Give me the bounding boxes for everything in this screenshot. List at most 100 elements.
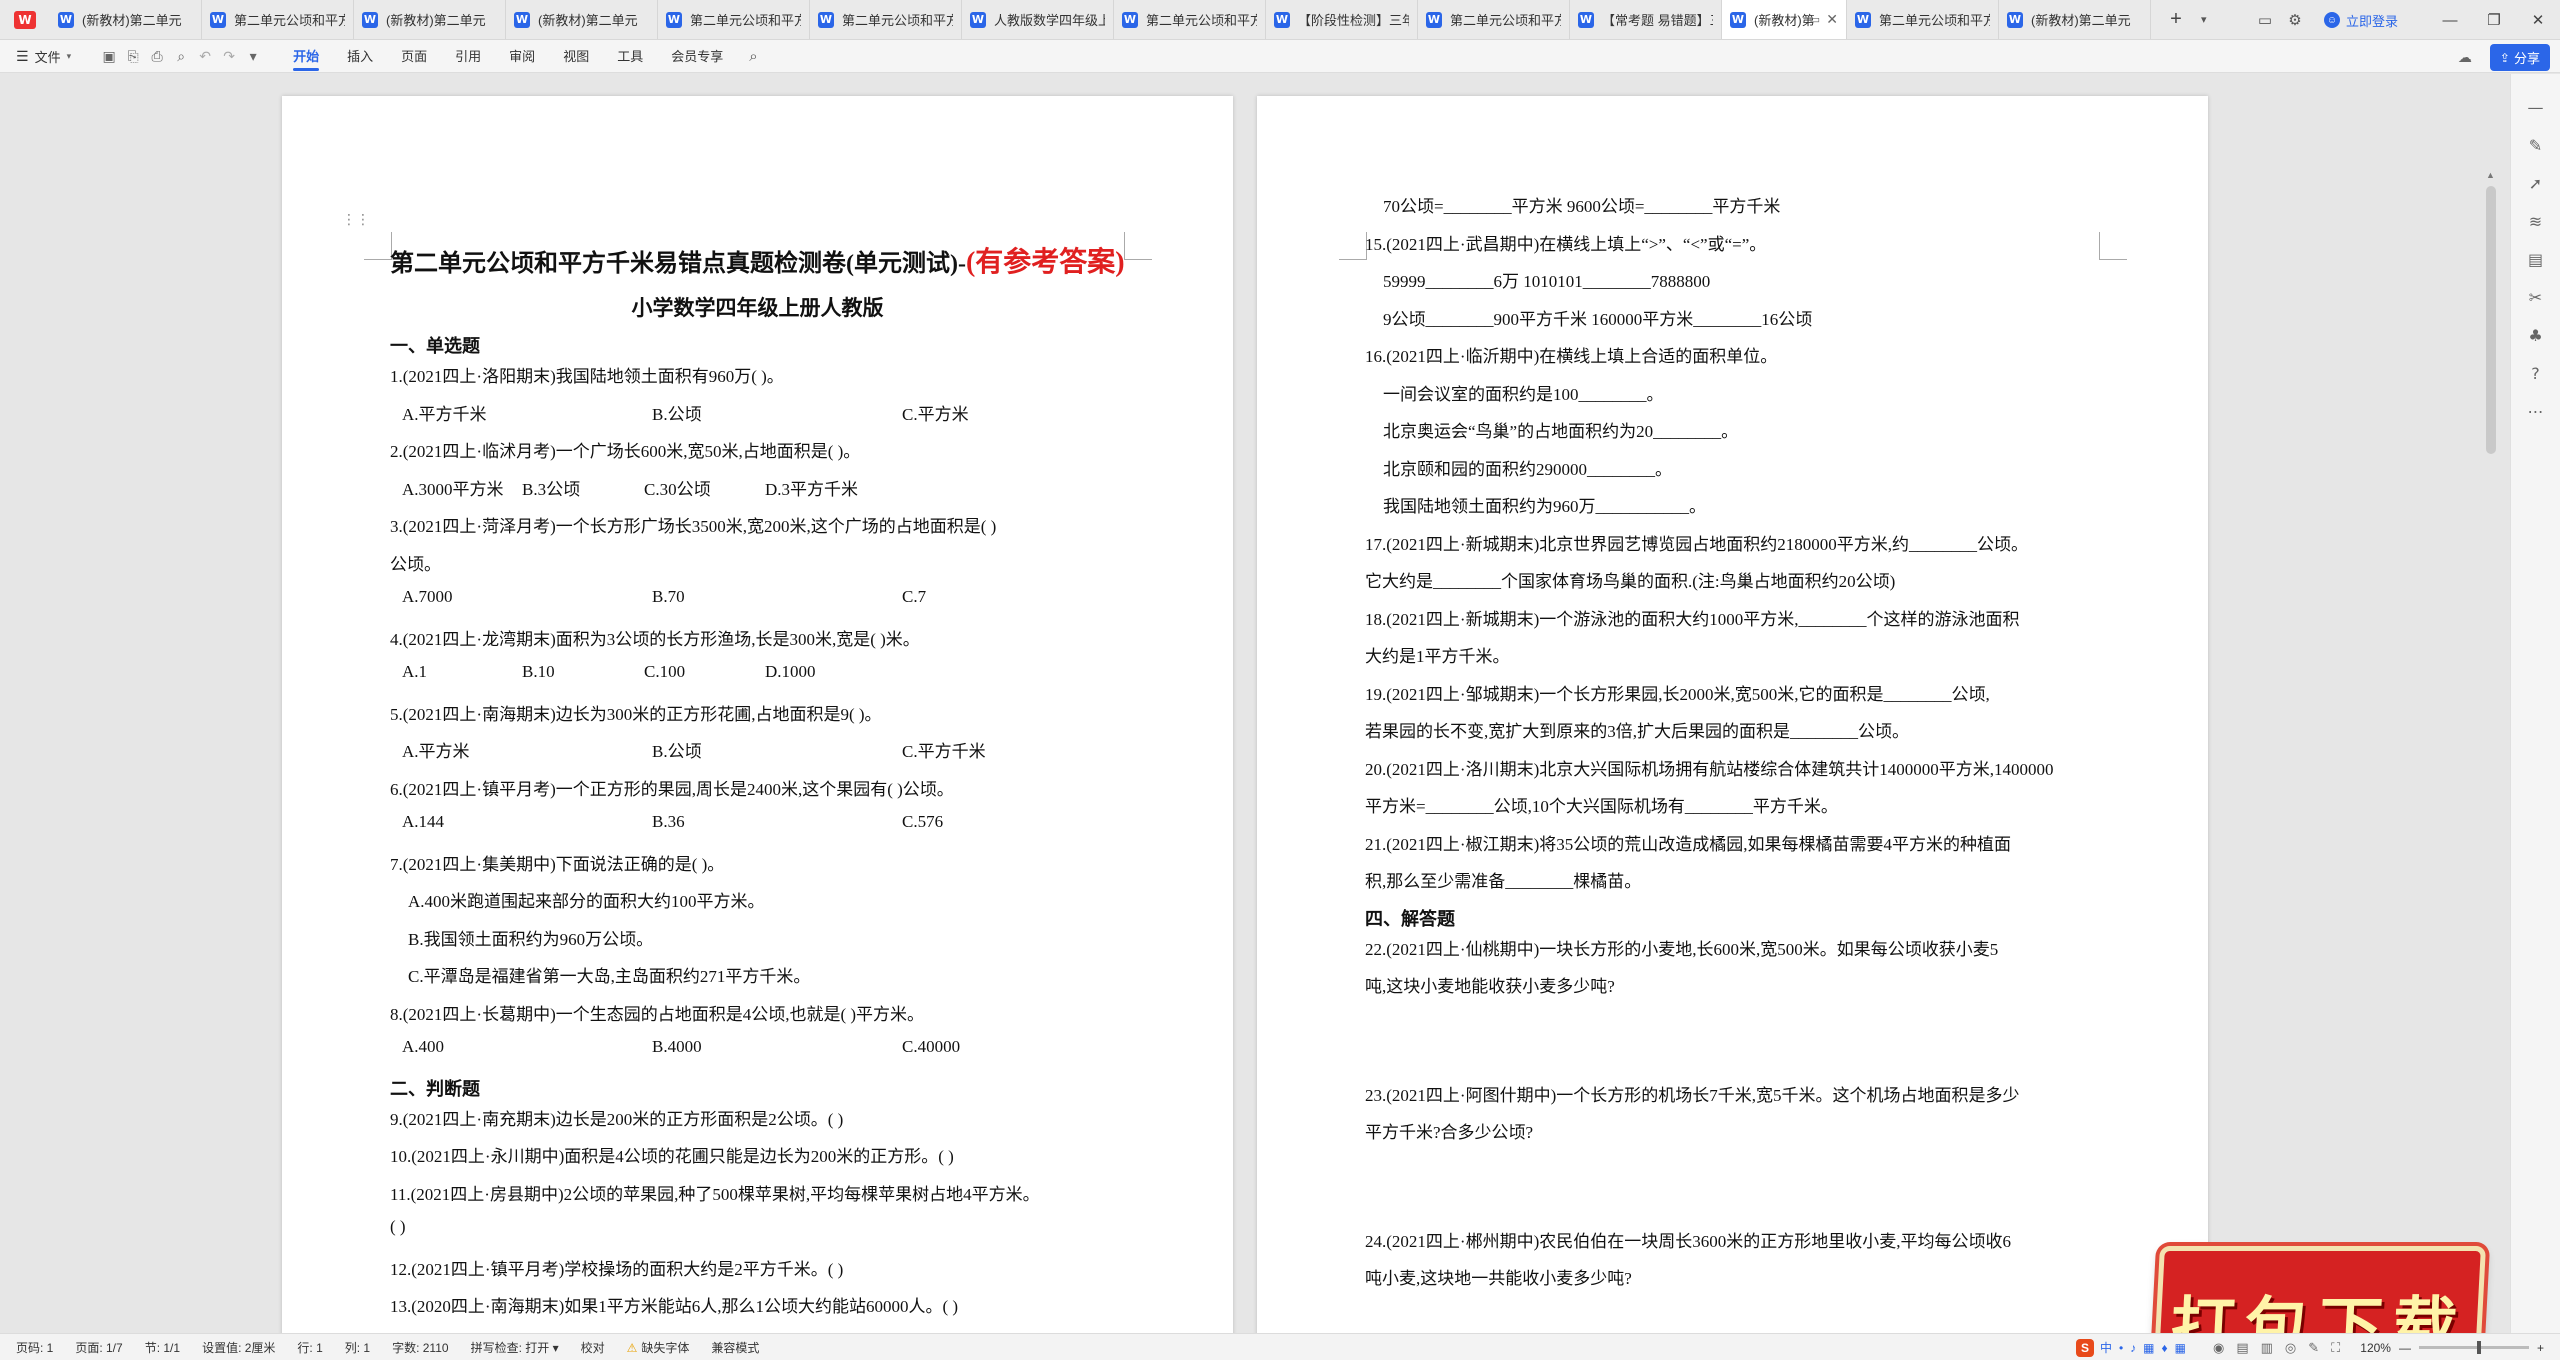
- word-doc-icon: W: [1578, 11, 1594, 28]
- zoom-in-icon[interactable]: +: [2537, 1341, 2544, 1355]
- export-pdf-icon[interactable]: ⎘: [121, 48, 145, 65]
- ribbon-tab-3[interactable]: 引用: [441, 40, 495, 73]
- answer-option: C.100: [644, 662, 686, 681]
- close-tab-icon[interactable]: ✕: [1826, 11, 1838, 28]
- word-doc-icon: W: [2007, 11, 2023, 28]
- zoom-level[interactable]: 120%: [2360, 1341, 2391, 1355]
- status-section[interactable]: 节: 1/1: [145, 1339, 180, 1356]
- tab-document[interactable]: W 【常考题 易错题】三: [1570, 0, 1722, 39]
- document-canvas[interactable]: ⋮⋮ 第二单元公顷和平方千米易错点真题检测卷(单元测试)-(有参考答案) 小学数…: [0, 74, 2560, 1333]
- question-line: 平方千米?合多少公顷?: [1365, 1123, 1534, 1142]
- more-icon[interactable]: ⋯: [2521, 392, 2551, 430]
- read-view-icon[interactable]: ▥: [2261, 1340, 2273, 1356]
- status-row: 行: 1: [297, 1340, 323, 1355]
- tab-document[interactable]: W 第二单元公顷和平方: [1418, 0, 1570, 39]
- web-view-icon[interactable]: ◎: [2285, 1340, 2296, 1356]
- search-icon[interactable]: ⌕: [749, 48, 757, 65]
- document-page-1[interactable]: ⋮⋮ 第二单元公顷和平方千米易错点真题检测卷(单元测试)-(有参考答案) 小学数…: [282, 96, 1233, 1333]
- scroll-up-icon[interactable]: ▲: [2486, 170, 2495, 180]
- tab-list-chevron-down-icon[interactable]: ▾: [2201, 0, 2221, 39]
- print-preview-icon[interactable]: ⌕: [169, 48, 193, 65]
- download-banner[interactable]: 打包下载: [2152, 1246, 2486, 1333]
- tab-document[interactable]: W 第二单元公顷和平方: [202, 0, 354, 39]
- cloud-sync-icon[interactable]: ☁: [2458, 49, 2472, 66]
- ribbon-tab-2[interactable]: 页面: [387, 40, 441, 73]
- question-line: 积,那么至少需准备________棵橘苗。: [1365, 872, 1642, 891]
- ribbon-tab-4[interactable]: 审阅: [495, 40, 549, 73]
- file-menu-button[interactable]: ☰ 文件 ▾: [16, 47, 71, 66]
- status-proofread[interactable]: 校对: [581, 1339, 605, 1356]
- section-heading: 四、解答题: [1365, 908, 1455, 929]
- ribbon-tab-6[interactable]: 工具: [603, 40, 657, 73]
- pen-mode-icon[interactable]: ✎: [2308, 1340, 2319, 1356]
- adjust-icon[interactable]: ≋: [2521, 202, 2551, 240]
- review-icon[interactable]: ▤: [2521, 240, 2551, 278]
- status-compat-mode: 兼容模式: [711, 1340, 760, 1355]
- zoom-slider[interactable]: [2418, 1341, 2529, 1354]
- ribbon-tab-0[interactable]: 开始: [279, 40, 333, 73]
- status-spell-check[interactable]: 拼写检查: 打开 ▾: [471, 1339, 559, 1356]
- document-page-2[interactable]: 70公顷=________平方米 9600公顷=________平方千米 15.(…: [1257, 96, 2208, 1333]
- tools-icon[interactable]: ✂: [2521, 278, 2551, 316]
- ribbon-tab-7[interactable]: 会员专享: [657, 40, 737, 73]
- tab-document[interactable]: W 第二单元公顷和平方: [1114, 0, 1266, 39]
- ribbon-tab-1[interactable]: 插入: [333, 40, 387, 73]
- tab-document[interactable]: W 【阶段性检测】三年: [1266, 0, 1418, 39]
- doc-title-highlight: (有参考答案): [965, 247, 1125, 278]
- status-setting[interactable]: 设置值: 2厘米: [202, 1339, 275, 1356]
- fit-page-icon[interactable]: ⛶: [2331, 1340, 2340, 1356]
- skin-icon[interactable]: ⚙: [2280, 11, 2310, 29]
- tab-document[interactable]: W 第二单元公顷和平方: [1847, 0, 1999, 39]
- zoom-slider-knob[interactable]: [2476, 1341, 2481, 1354]
- tab-document[interactable]: W (新教材)第二单元: [506, 0, 658, 39]
- zoom-out-icon[interactable]: —: [2399, 1341, 2411, 1355]
- tab-document[interactable]: W 人教版数学四年级上: [962, 0, 1114, 39]
- margin-mark: [2099, 232, 2127, 260]
- undo-icon[interactable]: ↶: [193, 48, 217, 65]
- save-icon[interactable]: ▣: [97, 48, 121, 65]
- zoom-control[interactable]: 120% — +: [2352, 1341, 2544, 1355]
- menu-icon: ☰: [16, 47, 29, 64]
- collapse-icon[interactable]: —: [2521, 88, 2551, 126]
- tab-active-document[interactable]: W (新教材)第 ▭ ✕: [1722, 0, 1847, 39]
- answer-option: B.36: [652, 812, 685, 831]
- new-tab-button[interactable]: +: [2151, 0, 2201, 39]
- status-pages[interactable]: 页面: 1/7: [75, 1339, 122, 1356]
- status-page-no[interactable]: 页码: 1: [16, 1339, 53, 1356]
- question-line: 20.(2021四上·洛川期末)北京大兴国际机场拥有航站楼综合体建筑共计1400…: [1365, 759, 2054, 779]
- status-missing-font[interactable]: ⚠ 缺失字体: [627, 1339, 690, 1356]
- share-button[interactable]: ⇪ 分享: [2489, 44, 2550, 71]
- monitor-icon[interactable]: ▭: [1810, 13, 1820, 26]
- tab-document[interactable]: W (新教材)第二单元: [354, 0, 506, 39]
- wps-logo-icon[interactable]: W: [0, 0, 50, 39]
- redo-icon[interactable]: ↷: [217, 48, 241, 65]
- tab-document[interactable]: W (新教材)第二单元: [1999, 0, 2151, 39]
- login-label: 立即登录: [2345, 13, 2398, 29]
- status-word-count[interactable]: 字数: 2110: [392, 1339, 448, 1356]
- shirt-icon[interactable]: ♣: [2521, 316, 2551, 354]
- answer-option: A.3000平方米: [402, 479, 504, 499]
- layout-icon[interactable]: ▭: [2250, 11, 2280, 29]
- tab-document[interactable]: W (新教材)第二单元: [50, 0, 202, 39]
- answer-option: D.1000: [765, 662, 816, 681]
- print-icon[interactable]: ⎙: [145, 48, 169, 65]
- ime-toolbar[interactable]: S 中 • ♪ ▦ ♦ ▦: [2075, 1338, 2193, 1357]
- close-window-button[interactable]: ✕: [2516, 11, 2560, 29]
- help-icon[interactable]: ?: [2521, 354, 2551, 392]
- login-button[interactable]: ☺ 立即登录: [2323, 11, 2398, 30]
- minimize-button[interactable]: —: [2428, 12, 2472, 29]
- drag-handle-icon[interactable]: ⋮⋮: [342, 212, 370, 228]
- vertical-scrollbar[interactable]: [2486, 186, 2496, 454]
- answer-option: B.4000: [652, 1037, 702, 1056]
- answer-option: C.平方米: [902, 404, 969, 424]
- page-view-icon[interactable]: ▤: [2236, 1340, 2248, 1356]
- pen-icon[interactable]: ✎: [2521, 126, 2551, 164]
- tab-document[interactable]: W 第二单元公顷和平方: [658, 0, 810, 39]
- microphone-icon: ♪: [2130, 1340, 2137, 1355]
- restore-button[interactable]: ❐: [2472, 11, 2516, 29]
- customize-chevron-down-icon[interactable]: ▾: [241, 48, 265, 65]
- tab-document[interactable]: W 第二单元公顷和平方: [810, 0, 962, 39]
- eye-icon[interactable]: ◉: [2213, 1340, 2224, 1356]
- ribbon-tab-5[interactable]: 视图: [549, 40, 603, 73]
- select-cursor-icon[interactable]: ➚: [2521, 164, 2551, 202]
